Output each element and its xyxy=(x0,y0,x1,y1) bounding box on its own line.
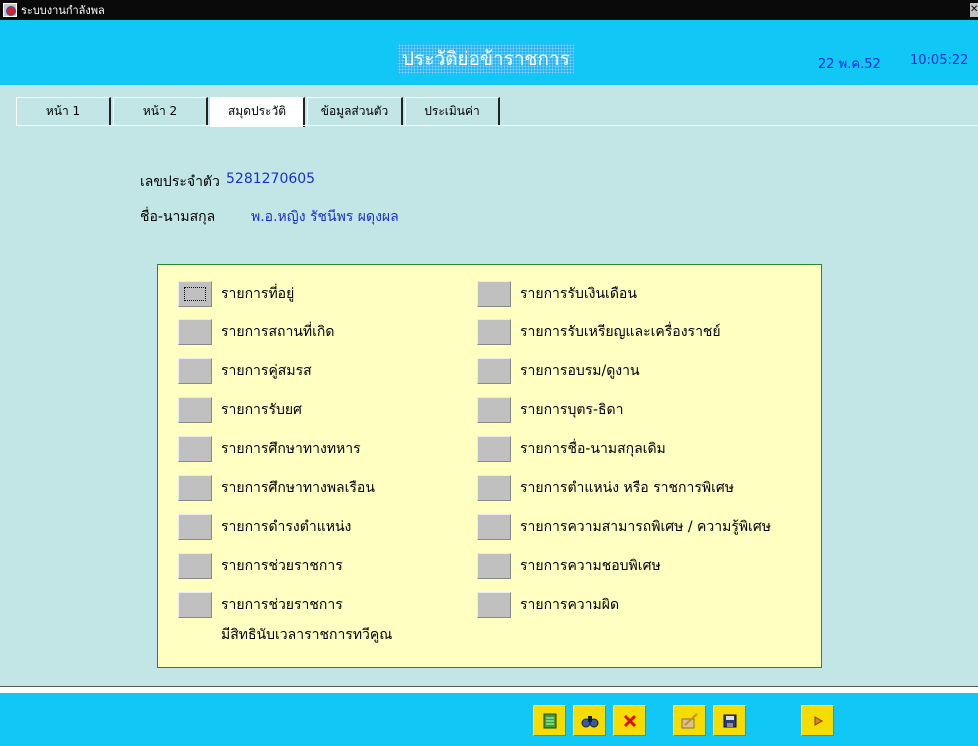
record-label: รายการรับเหรียญและเครื่องราชย์ xyxy=(520,324,721,340)
next-icon xyxy=(814,715,823,726)
tab-label: หน้า 2 xyxy=(142,104,178,118)
record-label: รายการรับยศ xyxy=(221,402,302,418)
record-button[interactable] xyxy=(178,397,212,423)
footer-divider xyxy=(0,686,978,687)
current-time: 10:05:22 xyxy=(910,53,969,68)
tab-divider xyxy=(16,125,978,126)
save-button[interactable] xyxy=(713,705,746,736)
record-label: รายการศึกษาทางพลเรือน xyxy=(221,480,375,496)
record-button[interactable] xyxy=(477,514,511,540)
search-button[interactable] xyxy=(573,705,606,736)
edit-icon xyxy=(681,712,698,728)
name-label: ชื่อ-นามสกุล xyxy=(140,209,216,225)
record-label-line2: มีสิทธินับเวลาราชการทวีคูณ xyxy=(221,627,393,643)
record-button[interactable] xyxy=(178,436,212,462)
tab-label: ประเมินค่า xyxy=(424,104,480,118)
records-panel: รายการที่อยู่ รายการสถานที่เกิด รายการคู… xyxy=(157,264,822,668)
record-label: รายการสถานที่เกิด xyxy=(221,324,335,340)
list-icon xyxy=(543,713,556,728)
record-button[interactable] xyxy=(178,592,212,618)
save-icon xyxy=(723,714,736,727)
close-icon[interactable]: ✕ xyxy=(970,3,978,17)
delete-button[interactable] xyxy=(613,705,646,736)
record-label: รายการตำแหน่ง หรือ ราชการพิเศษ xyxy=(520,480,734,496)
id-value: 5281270605 xyxy=(226,171,316,187)
window-titlebar: ระบบงานกำลังพล ✕ xyxy=(0,0,978,20)
toolbar xyxy=(0,693,978,746)
tab-label: หน้า 1 xyxy=(45,104,81,118)
binoculars-icon xyxy=(581,715,598,727)
record-label: รายการชื่อ-นามสกุลเดิม xyxy=(520,441,666,457)
list-button[interactable] xyxy=(533,705,566,736)
record-label: รายการรับเงินเดือน xyxy=(520,286,637,302)
record-button[interactable] xyxy=(477,436,511,462)
record-label: รายการดำรงตำแหน่ง xyxy=(221,519,352,535)
record-button[interactable] xyxy=(477,553,511,579)
record-button[interactable] xyxy=(477,397,511,423)
window-title: ระบบงานกำลังพล xyxy=(21,4,105,17)
record-label: รายการที่อยู่ xyxy=(221,286,295,302)
page-title: ประวัติย่อข้าราชการ xyxy=(398,44,574,74)
tab-evaluation[interactable]: ประเมินค่า xyxy=(405,97,500,125)
record-label: รายการศึกษาทางทหาร xyxy=(221,441,361,457)
current-date: 22 พ.ค.52 xyxy=(818,57,881,72)
tab-label: สมุดประวัติ xyxy=(227,104,287,118)
record-label: รายการบุตร-ธิดา xyxy=(520,402,624,418)
tab-page-2[interactable]: หน้า 2 xyxy=(113,97,208,125)
tab-history-book[interactable]: สมุดประวัติ xyxy=(210,97,305,127)
record-label: รายการช่วยราชการ xyxy=(221,558,343,574)
edit-button[interactable] xyxy=(673,705,706,736)
record-button[interactable] xyxy=(178,281,212,307)
record-label: รายการความผิด xyxy=(520,597,620,613)
record-button[interactable] xyxy=(178,319,212,345)
record-button[interactable] xyxy=(178,553,212,579)
record-button[interactable] xyxy=(477,281,511,307)
record-button[interactable] xyxy=(178,475,212,501)
app-icon xyxy=(3,3,17,17)
next-button[interactable] xyxy=(801,705,834,736)
delete-icon xyxy=(623,714,636,727)
record-button[interactable] xyxy=(178,514,212,540)
record-label: รายการความสามารถพิเศษ / ความรู้พิเศษ xyxy=(520,519,771,535)
name-value: พ.อ.หญิง รัชนีพร ผดุงผล xyxy=(251,209,399,225)
main-area: หน้า 1 หน้า 2 สมุดประวัติ ข้อมูลส่วนตัว … xyxy=(0,85,978,686)
id-label: เลขประจำตัว xyxy=(140,174,220,190)
record-button[interactable] xyxy=(477,358,511,384)
record-button[interactable] xyxy=(477,475,511,501)
record-label: รายการความชอบพิเศษ xyxy=(520,558,661,574)
header-bar: ประวัติย่อข้าราชการ 22 พ.ค.52 10:05:22 xyxy=(0,20,978,85)
tab-page-1[interactable]: หน้า 1 xyxy=(16,97,111,125)
record-button[interactable] xyxy=(477,592,511,618)
tab-personal-info[interactable]: ข้อมูลส่วนตัว xyxy=(307,97,403,125)
tab-label: ข้อมูลส่วนตัว xyxy=(320,104,389,118)
record-label: รายการคู่สมรส xyxy=(221,363,312,379)
record-button[interactable] xyxy=(178,358,212,384)
record-label: รายการอบรม/ดูงาน xyxy=(520,363,640,379)
record-button[interactable] xyxy=(477,319,511,345)
record-label: รายการช่วยราชการ xyxy=(221,597,343,613)
